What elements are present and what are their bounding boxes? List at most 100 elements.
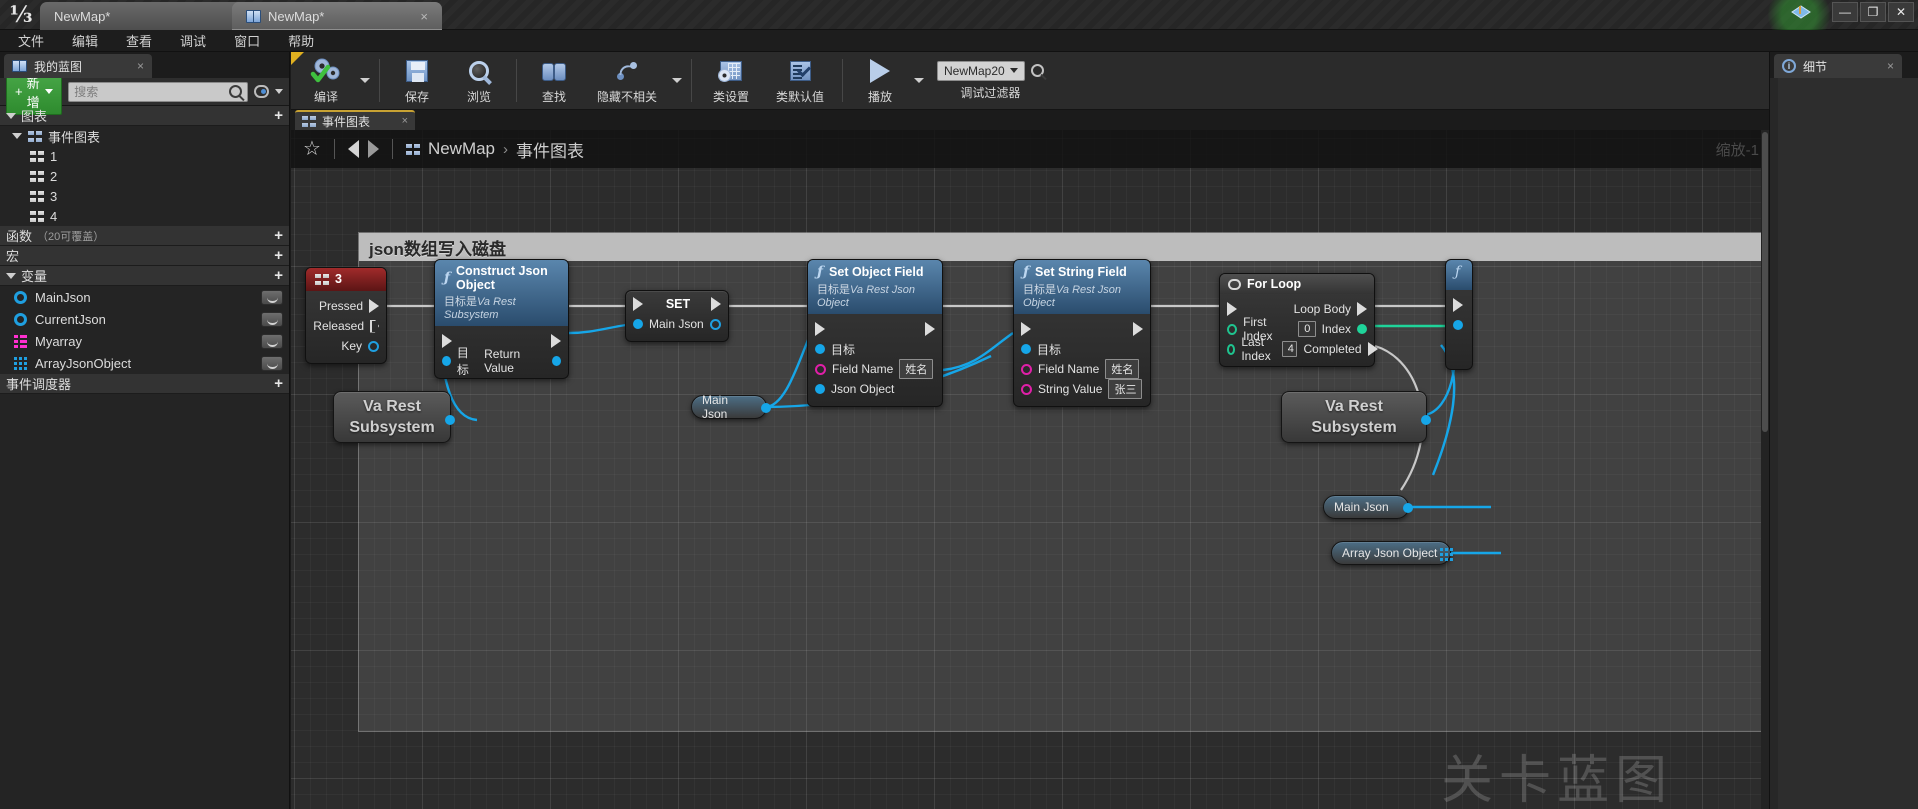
- object-out-pin-icon[interactable]: [1403, 503, 1413, 513]
- string-pin-icon[interactable]: [1021, 383, 1032, 395]
- close-button[interactable]: ✕: [1888, 2, 1914, 22]
- variable-visibility-toggle[interactable]: [261, 333, 283, 349]
- node-for-loop-first-index-value[interactable]: 0: [1298, 321, 1316, 337]
- variable-current-json[interactable]: CurrentJson: [0, 308, 289, 330]
- toolbar-class-settings-button[interactable]: 类设置: [698, 52, 764, 109]
- node-set-object-field-exec-row[interactable]: [808, 319, 942, 339]
- object-in-pin-icon[interactable]: [1453, 320, 1463, 330]
- node-for-loop[interactable]: For Loop Loop Body First Index 0 Index L…: [1219, 273, 1378, 367]
- node-set-string-field[interactable]: ƒ Set String Field 目标是Va Rest Json Objec…: [1013, 259, 1151, 407]
- toolbar-browse-button[interactable]: 浏览: [448, 52, 510, 109]
- object-out-pin-icon[interactable]: [710, 318, 721, 330]
- node-set-string-field-pin-target[interactable]: 目标: [1014, 339, 1150, 359]
- variable-visibility-toggle[interactable]: [261, 311, 283, 327]
- pin-field-name-value[interactable]: 姓名: [1105, 359, 1140, 379]
- toolbar-compile-button[interactable]: 编译: [295, 52, 357, 109]
- node-va-rest-subsystem-1[interactable]: Va Rest Subsystem: [333, 391, 455, 443]
- node-get-array-json-object[interactable]: Array Json Object: [1331, 541, 1453, 565]
- node-set-string-field-exec-row[interactable]: [1014, 319, 1150, 339]
- toolbar-hide-unrelated-button[interactable]: 隐藏不相关: [585, 52, 669, 109]
- node-set-object-field-pin-field-name[interactable]: Field Name 姓名: [808, 359, 942, 379]
- section-macros[interactable]: 宏 +: [0, 246, 289, 266]
- tree-item-graph-2[interactable]: 2: [0, 166, 289, 186]
- exec-in-pin-icon[interactable]: [1453, 298, 1463, 312]
- object-in-pin-icon[interactable]: [442, 356, 451, 366]
- tab-my-blueprint[interactable]: 我的蓝图 ×: [4, 54, 152, 78]
- node-set-object-field[interactable]: ƒ Set Object Field 目标是Va Rest Json Objec…: [807, 259, 943, 407]
- menu-debug[interactable]: 调试: [168, 29, 218, 52]
- node-offscreen-partial[interactable]: ƒ: [1445, 259, 1473, 370]
- object-in-pin-icon[interactable]: [1021, 344, 1031, 354]
- window-tab-2[interactable]: NewMap* ×: [232, 2, 442, 30]
- node-key-3-pin-released[interactable]: Released: [306, 316, 386, 336]
- node-set-pin-row[interactable]: Main Json: [626, 314, 728, 334]
- section-event-dispatchers[interactable]: 事件调度器 +: [0, 374, 289, 394]
- tab-event-graph[interactable]: 事件图表 ×: [295, 110, 415, 130]
- search-input[interactable]: [74, 84, 230, 99]
- visibility-eye-icon[interactable]: [254, 85, 269, 98]
- menu-window[interactable]: 窗口: [222, 29, 272, 52]
- section-graphs[interactable]: 图表 +: [0, 106, 289, 126]
- tree-item-graph-4[interactable]: 4: [0, 206, 289, 226]
- menu-edit[interactable]: 编辑: [60, 29, 110, 52]
- menu-file[interactable]: 文件: [6, 29, 56, 52]
- search-field[interactable]: [68, 81, 249, 102]
- object-in-pin-icon[interactable]: [633, 319, 643, 329]
- back-arrow-icon[interactable]: [347, 140, 359, 158]
- section-variables[interactable]: 变量 +: [0, 266, 289, 286]
- exec-out-pin-icon[interactable]: [925, 322, 935, 336]
- tree-item-graph-3[interactable]: 3: [0, 186, 289, 206]
- exec-out-pin-icon[interactable]: [1367, 342, 1378, 356]
- menu-help[interactable]: 帮助: [276, 29, 326, 52]
- exec-out-pin-icon[interactable]: [551, 334, 561, 348]
- tree-item-graph-1[interactable]: 1: [0, 146, 289, 166]
- exec-pin-outline-icon[interactable]: [370, 319, 379, 333]
- object-out-pin-icon[interactable]: [445, 415, 455, 425]
- tab-event-graph-close-icon[interactable]: ×: [402, 115, 408, 127]
- add-event-dispatcher-icon[interactable]: +: [274, 376, 283, 391]
- exec-out-pin-icon[interactable]: [1357, 302, 1367, 316]
- node-construct-json-object[interactable]: ƒ Construct Json Object 目标是Va Rest Subsy…: [434, 259, 569, 379]
- variable-visibility-toggle[interactable]: [261, 289, 283, 305]
- node-set-main-json[interactable]: SET Main Json: [625, 290, 729, 342]
- node-va-rest-subsystem-2[interactable]: Va Rest Subsystem: [1281, 391, 1431, 443]
- exec-pin-icon[interactable]: [369, 299, 379, 313]
- variable-main-json[interactable]: MainJson: [0, 286, 289, 308]
- string-pin-icon[interactable]: [815, 363, 826, 375]
- variable-myarray[interactable]: Myarray: [0, 330, 289, 352]
- breadcrumb-current[interactable]: 事件图表: [516, 137, 584, 162]
- toolbar-class-defaults-button[interactable]: 类默认值: [764, 52, 836, 109]
- toolbar-save-button[interactable]: 保存: [386, 52, 448, 109]
- blueprint-graph-canvas[interactable]: json数组写入磁盘 3 Pressed Released Key ƒ Cons…: [291, 130, 1769, 809]
- forward-arrow-icon[interactable]: [367, 140, 379, 158]
- int-pin-icon[interactable]: [1227, 343, 1236, 355]
- node-set-object-field-pin-target[interactable]: 目标: [808, 339, 942, 359]
- object-out-pin-icon[interactable]: [1421, 415, 1431, 425]
- int-out-pin-icon[interactable]: [1357, 324, 1367, 334]
- toolbar-compile-chevron-icon[interactable]: [357, 52, 373, 109]
- node-key-3-pin-key[interactable]: Key: [306, 336, 386, 356]
- exec-in-pin-icon[interactable]: [1227, 302, 1237, 316]
- object-out-pin-icon[interactable]: [552, 356, 561, 366]
- minimize-button[interactable]: —: [1832, 2, 1858, 22]
- favorite-star-icon[interactable]: ☆: [303, 139, 321, 159]
- exec-in-pin-icon[interactable]: [815, 322, 825, 336]
- node-key-3-pin-pressed[interactable]: Pressed: [306, 296, 386, 316]
- pin-string-value-value[interactable]: 张三: [1108, 379, 1143, 399]
- window-tab-1[interactable]: NewMap*: [40, 2, 260, 30]
- variable-array-json-object[interactable]: ArrayJsonObject: [0, 352, 289, 374]
- tab-details[interactable]: i 细节 ×: [1774, 54, 1902, 78]
- node-construct-data-row[interactable]: 目标 Return Value: [435, 346, 568, 377]
- object-pin-icon[interactable]: [368, 340, 379, 352]
- node-get-main-json-2[interactable]: Main Json: [1323, 495, 1413, 519]
- node-set-string-field-pin-field-name[interactable]: Field Name 姓名: [1014, 359, 1150, 379]
- object-in-pin-icon[interactable]: [815, 384, 825, 394]
- exec-in-pin-icon[interactable]: [1021, 322, 1031, 336]
- add-function-icon[interactable]: +: [274, 228, 283, 243]
- add-graph-icon[interactable]: +: [274, 108, 283, 123]
- toolbar-play-button[interactable]: 播放: [849, 52, 911, 109]
- tab-details-close-icon[interactable]: ×: [1887, 59, 1894, 73]
- graph-vertical-scrollbar[interactable]: [1761, 130, 1769, 809]
- variable-visibility-toggle[interactable]: [261, 355, 283, 371]
- object-out-pin-icon[interactable]: [761, 403, 771, 413]
